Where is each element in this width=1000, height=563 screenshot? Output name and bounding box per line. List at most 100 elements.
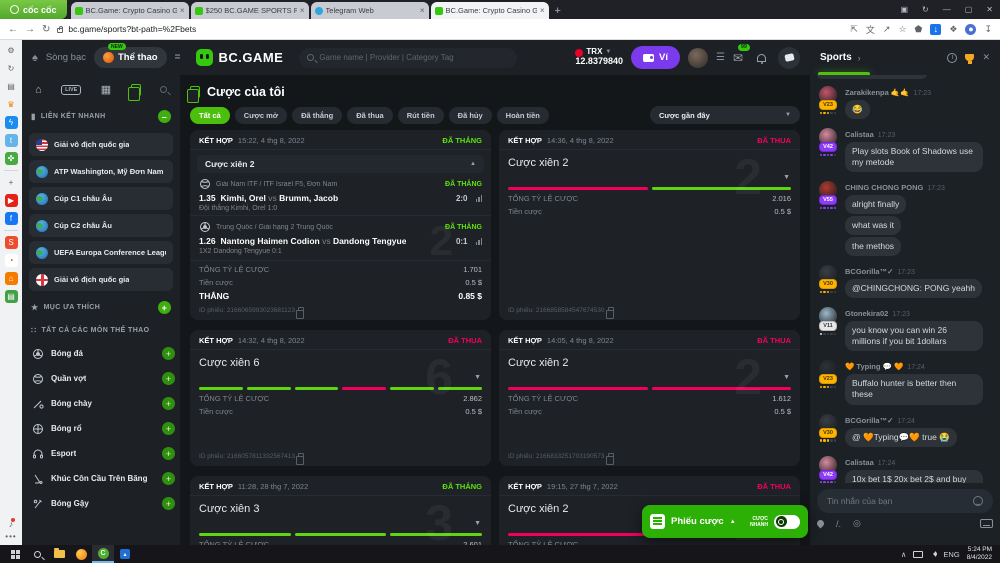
chat-username[interactable]: 🧡 Typing 💬 🧡17:24 — [845, 360, 995, 372]
add-favorite-button[interactable]: + — [158, 301, 171, 314]
chat-username[interactable]: Gtonekira0217:23 — [845, 307, 995, 319]
quick-bet-toggle[interactable] — [774, 515, 800, 529]
browser-tab[interactable]: BC.Game: Crypto Casino Gam × — [431, 2, 549, 19]
twitter-icon[interactable]: t — [5, 134, 18, 147]
chat-username[interactable]: Calistaa17:23 — [845, 128, 995, 140]
expand-sport-icon[interactable]: + — [162, 422, 175, 435]
profile-icon[interactable]: ● — [965, 24, 976, 35]
bcgame-logo[interactable]: BC.GAME — [196, 49, 283, 66]
game-search-input[interactable]: Game name | Provider | Category Tag — [299, 48, 517, 68]
shopee-icon[interactable]: S — [5, 236, 18, 249]
bet-title[interactable]: Cược xiên 3 — [190, 496, 491, 519]
expand-sport-icon[interactable]: + — [162, 347, 175, 360]
download-badge-icon[interactable]: ↓ — [930, 24, 941, 35]
copy-icon[interactable] — [608, 453, 614, 460]
sidebar-sport-hockey[interactable]: Khúc Côn Cầu Trên Băng + — [29, 466, 173, 491]
quick-link-item[interactable]: UEFA Europa Conference League — [29, 241, 173, 264]
quick-link-item[interactable]: Giải vô địch quốc gia — [29, 133, 173, 156]
bet-card[interactable]: KẾT HỢP14:32, 4 thg 8, 2022 ĐÃ THUACược … — [190, 330, 491, 466]
chat-username[interactable]: Zarakikenpa 🤙🤙17:23 — [845, 86, 995, 98]
my-bets-icon[interactable] — [131, 84, 141, 96]
send-to-device-icon[interactable]: ⇱ — [850, 24, 858, 35]
collapse-quick-links-button[interactable]: – — [158, 110, 171, 123]
cart-icon[interactable]: ⌂ — [5, 272, 18, 285]
sidebar-bell-icon[interactable]: ♪ — [9, 519, 14, 529]
chat-toggle-button[interactable] — [778, 47, 800, 69]
schedule-icon[interactable]: ▦ — [101, 83, 111, 96]
copy-icon[interactable] — [298, 453, 304, 460]
nav-collapse-icon[interactable]: = — [175, 52, 181, 63]
match-stats-icon[interactable] — [476, 195, 483, 202]
add-icon[interactable]: + — [5, 176, 18, 189]
chat-input[interactable]: Tin nhắn của bạn — [817, 489, 993, 513]
browser-tab[interactable]: BC.Game: Crypto Casino Gam × — [71, 2, 189, 19]
sidebar-sport-baseball[interactable]: Bóng chày + — [29, 391, 173, 416]
user-avatar[interactable] — [688, 48, 708, 68]
copy-icon[interactable] — [608, 307, 614, 314]
tab-close-icon[interactable]: × — [420, 6, 425, 15]
firefox-icon[interactable] — [70, 545, 92, 563]
expand-sport-icon[interactable]: + — [162, 497, 175, 510]
taskbar-search-icon[interactable] — [26, 545, 48, 563]
collapse-icon[interactable]: ▲ — [470, 161, 476, 167]
tab-close-icon[interactable]: × — [540, 6, 545, 15]
reload-button[interactable]: ↻ — [42, 24, 50, 35]
account-menu-icon[interactable]: ☰ — [716, 52, 725, 63]
browser-tab[interactable]: Telegram Web × — [311, 2, 429, 19]
screenshot-icon[interactable]: ▣ — [893, 5, 915, 14]
store-icon[interactable]: ▤ — [5, 290, 18, 303]
file-explorer-icon[interactable] — [48, 545, 70, 563]
sidebar-search-icon[interactable] — [160, 86, 167, 93]
chat-room-name[interactable]: Sports — [820, 52, 852, 63]
notifications-bell-icon[interactable] — [757, 54, 766, 62]
coccoc-browser-icon[interactable]: C — [92, 545, 114, 563]
close-button[interactable]: ✕ — [979, 5, 1000, 14]
expand-icon[interactable]: ▼ — [474, 520, 481, 527]
sidebar-sport-basketball[interactable]: Bóng rổ + — [29, 416, 173, 441]
translate-icon[interactable]: 文 — [866, 23, 875, 36]
bet-card[interactable]: KẾT HỢP11:28, 28 thg 7, 2022 ĐÃ THẮNGCượ… — [190, 476, 491, 545]
sports-nav-pill[interactable]: Thể thao NEW — [94, 47, 167, 68]
new-tab-button[interactable]: + — [555, 5, 561, 17]
games-icon[interactable]: ✜ — [5, 152, 18, 165]
filter-pill[interactable]: Đã thua — [347, 107, 393, 124]
bet-title[interactable]: Cược xiên 6 — [190, 350, 491, 373]
inbox-button[interactable]: ✉ 99 — [733, 49, 743, 67]
bet-card[interactable]: KẾT HỢP15:22, 4 thg 8, 2022 ĐÃ THẮNGCược… — [190, 130, 491, 320]
tray-expand-icon[interactable]: ∧ — [901, 550, 907, 559]
bet-title[interactable]: Cược xiên 2 — [499, 150, 800, 173]
currency-selector[interactable]: TRX ▼ 12.8379840 — [575, 48, 623, 67]
reading-list-icon[interactable]: ▤ — [5, 80, 18, 93]
bet-title-row[interactable]: Cược xiên 2▲ — [197, 155, 484, 173]
copy-icon[interactable] — [298, 307, 304, 314]
expand-sport-icon[interactable]: + — [162, 447, 175, 460]
chat-commands-icon[interactable]: /. — [836, 519, 841, 529]
bet-card[interactable]: KẾT HỢP14:05, 4 thg 8, 2022 ĐÃ THUACược … — [499, 330, 800, 466]
chat-rules-info-icon[interactable]: i — [947, 53, 957, 63]
more-icon[interactable]: ••• — [5, 532, 16, 541]
match-stats-icon[interactable] — [476, 238, 483, 245]
messenger-icon[interactable]: ϟ — [5, 116, 18, 129]
expand-icon[interactable]: ▼ — [783, 174, 790, 181]
live-icon[interactable]: LIVE — [61, 85, 81, 95]
browser-tab[interactable]: $250 BC.GAME SPORTS PARL × — [191, 2, 309, 19]
chat-username[interactable]: BCGorilla™✓17:24 — [845, 414, 995, 426]
expand-icon[interactable]: ▼ — [474, 374, 481, 381]
url-box[interactable]: bc.game/sports?bt-path=%2Fbets — [57, 24, 843, 34]
quick-link-item[interactable]: Cúp C2 châu Âu — [29, 214, 173, 237]
network-icon[interactable] — [913, 551, 923, 558]
casino-nav-label[interactable]: Sòng bạc — [46, 52, 86, 63]
filter-pill[interactable]: Cược mở — [235, 107, 287, 124]
session-restore-icon[interactable]: ↻ — [915, 5, 936, 14]
betslip-button[interactable]: Phiếu cược ▲ CƯỢCNHANH — [642, 505, 808, 538]
bookmark-star-icon[interactable]: ☆ — [898, 24, 906, 35]
bet-card[interactable]: KẾT HỢP14:36, 4 thg 8, 2022 ĐÃ THUACược … — [499, 130, 800, 320]
youtube-icon[interactable]: ▶ — [5, 194, 18, 207]
rain-feature-icon[interactable] — [816, 519, 826, 529]
tab-close-icon[interactable]: × — [300, 6, 305, 15]
extensions-icon[interactable]: ❖ — [949, 24, 957, 35]
chat-close-icon[interactable]: ✕ — [982, 52, 990, 63]
expand-sport-icon[interactable]: + — [162, 472, 175, 485]
keyboard-icon[interactable] — [980, 519, 993, 528]
sidebar-sport-soccer[interactable]: Bóng đá + — [29, 341, 173, 366]
